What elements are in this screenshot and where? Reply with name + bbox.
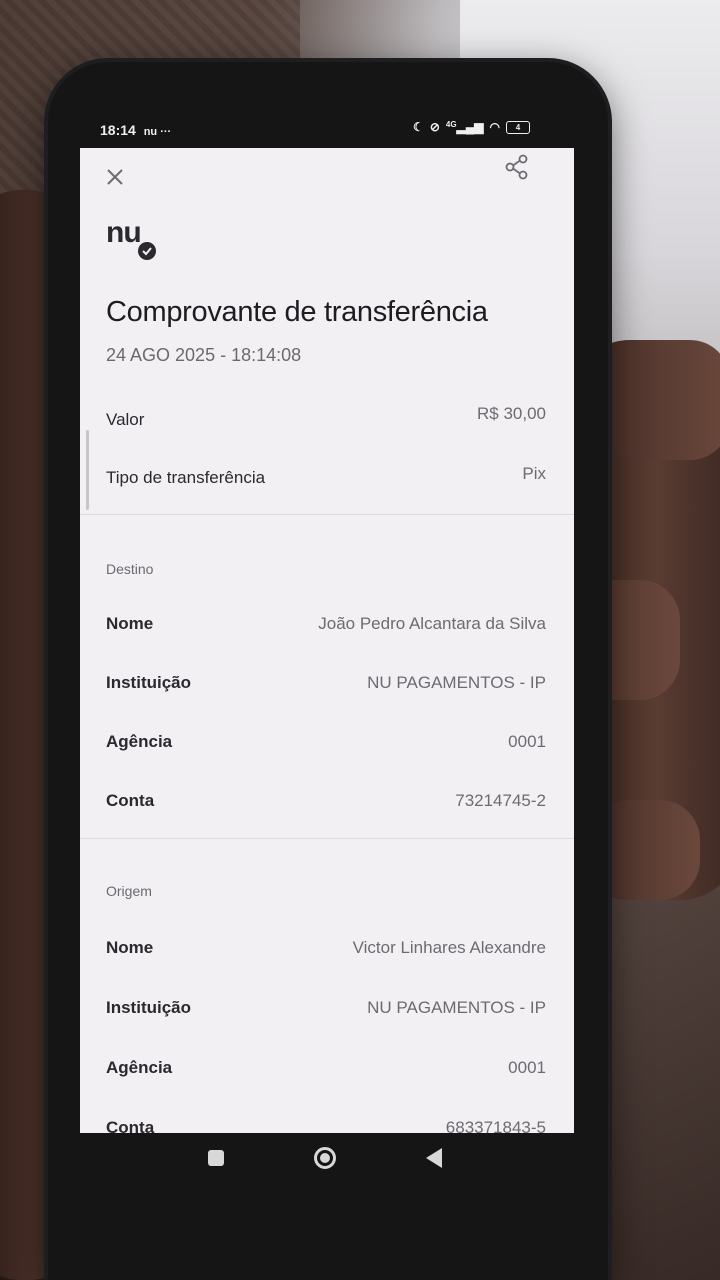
moon-icon: ☾ — [413, 120, 424, 134]
battery-icon: 4 — [506, 120, 530, 134]
share-icon[interactable] — [504, 154, 530, 180]
status-carrier: nu ··· — [143, 126, 172, 138]
destino-agencia-row: Agência 0001 — [106, 732, 546, 762]
origem-agencia-label: Agência — [106, 1058, 173, 1077]
destino-conta-label: Conta — [106, 791, 155, 810]
receipt-datetime: 24 AGO 2025 - 18:14:08 — [106, 345, 302, 365]
origem-agencia-row: Agência 0001 — [106, 1058, 546, 1088]
origem-instituicao-row: Instituição NU PAGAMENTOS - IP — [106, 998, 546, 1028]
page-title: Comprovante de transferência — [106, 296, 488, 328]
status-right: ☾ ⊘ 4G▂▄▆ ◠ 4 — [413, 120, 530, 134]
destino-nome-label: Nome — [106, 614, 154, 633]
origem-instituicao-value: NU PAGAMENTOS - IP — [367, 998, 546, 1017]
destino-conta-value: 73214745-2 — [455, 791, 546, 810]
signal-text: 4G — [445, 120, 457, 129]
signal-icon: 4G▂▄▆ — [445, 120, 484, 134]
status-time: 18:14 — [100, 122, 136, 138]
tipo-value: Pix — [522, 464, 546, 483]
valor-label: Valor — [106, 410, 145, 429]
origem-nome-label: Nome — [106, 938, 154, 957]
receipt-screen: nu Comprovante de transferência 24 AGO 2… — [80, 148, 574, 1133]
origem-instituicao-label: Instituição — [106, 998, 192, 1017]
destino-nome-row: Nome João Pedro Alcantara da Silva — [106, 614, 546, 644]
destino-instituicao-label: Instituição — [106, 673, 192, 692]
destino-nome-value: João Pedro Alcantara da Silva — [318, 614, 546, 633]
origem-nome-row: Nome Victor Linhares Alexandre — [106, 938, 546, 968]
verified-check-icon — [138, 242, 156, 260]
battery-level: 4 — [515, 122, 521, 132]
valor-row: Valor R$ 30,00 — [106, 404, 546, 440]
section-destino: Destino — [106, 561, 154, 577]
origem-nome-value: Victor Linhares Alexandre — [352, 938, 546, 957]
logo-text: nu — [106, 216, 142, 249]
origem-agencia-value: 0001 — [508, 1058, 546, 1077]
status-bar: 18:14 nu ··· ☾ ⊘ 4G▂▄▆ ◠ 4 — [100, 118, 530, 144]
circle-icon[interactable] — [314, 1147, 336, 1169]
destino-agencia-value: 0001 — [508, 732, 546, 751]
tipo-row: Tipo de transferência Pix — [106, 464, 546, 498]
tipo-label: Tipo de transferência — [106, 468, 266, 487]
status-left: 18:14 nu ··· — [100, 122, 171, 138]
valor-value: R$ 30,00 — [477, 404, 546, 423]
square-icon[interactable] — [208, 1150, 224, 1166]
divider — [80, 514, 574, 515]
nu-logo: nu — [106, 216, 162, 262]
android-nav-bar — [80, 1135, 574, 1185]
destino-instituicao-row: Instituição NU PAGAMENTOS - IP — [106, 673, 546, 703]
origem-conta-row: Conta 683371843-5 — [106, 1118, 546, 1133]
close-icon[interactable] — [104, 166, 126, 188]
wifi-icon: ◠ — [489, 120, 500, 134]
origem-conta-label: Conta — [106, 1118, 155, 1133]
origem-conta-value: 683371843-5 — [445, 1118, 546, 1133]
triangle-back-icon[interactable] — [426, 1148, 442, 1168]
scrollbar[interactable] — [86, 430, 89, 510]
destino-conta-row: Conta 73214745-2 — [106, 791, 546, 821]
section-origem: Origem — [106, 883, 152, 899]
destino-instituicao-value: NU PAGAMENTOS - IP — [367, 673, 546, 692]
destino-agencia-label: Agência — [106, 732, 173, 751]
divider — [80, 838, 574, 839]
finger-1 — [600, 340, 720, 460]
mute-icon: ⊘ — [429, 120, 440, 134]
